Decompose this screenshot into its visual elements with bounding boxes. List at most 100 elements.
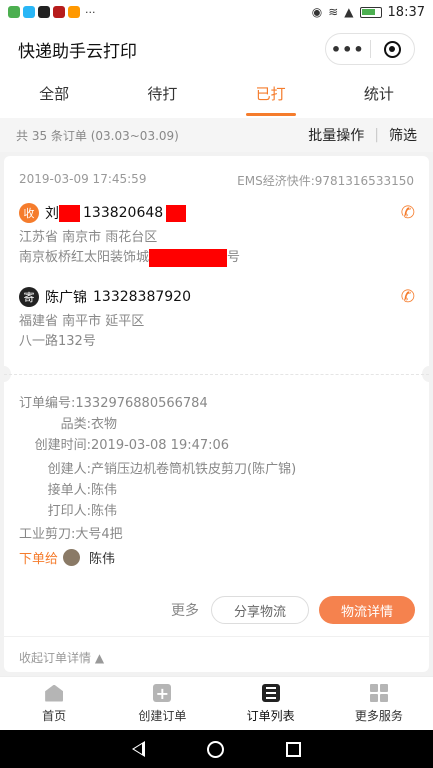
system-nav-bar (0, 730, 433, 768)
recipient-name: 刘 (45, 206, 59, 222)
tracking-number: EMS经济快件:9781316533150 (237, 174, 414, 188)
more-services-icon (369, 683, 389, 703)
card-divider (4, 374, 429, 375)
sender-block: 寄 陈广锦 13328387920 ✆ 福建省 南平市 延平区 八一路132号 (19, 286, 415, 352)
home-icon (44, 683, 64, 703)
detail-row: 打印人: 陈伟 (19, 502, 415, 522)
detail-row: 订单编号: 1332976880566784 (19, 394, 415, 414)
detail-row: 创建时间: 2019-03-08 19:47:06 (19, 436, 415, 456)
order-datetime: 2019-03-09 17:45:59 (19, 172, 147, 186)
close-miniprogram-button[interactable] (371, 40, 415, 58)
redaction-block (59, 204, 80, 222)
nav-label: 订单列表 (246, 709, 295, 723)
signal-icon: ▲ (344, 5, 354, 19)
filter-button[interactable]: 筛选 (389, 125, 417, 145)
tab-statistics[interactable]: 统计 (325, 74, 433, 118)
recipient-phone: 133820648 (83, 205, 164, 221)
recipient-badge: 收 (19, 203, 39, 223)
recipient-street: 南京板桥红太阳装饰城 (19, 250, 150, 265)
sender-name: 陈广锦 (45, 290, 87, 306)
detail-label: 打印人: (47, 504, 91, 519)
detail-label: 创建人: (47, 462, 91, 477)
miniprogram-capsule: ••• (325, 33, 415, 65)
sender-address: 福建省 南平市 延平区 八一路132号 (19, 312, 415, 352)
nav-home[interactable]: 首页 (0, 677, 108, 730)
call-sender-icon[interactable]: ✆ (401, 287, 415, 307)
receiver-value: 陈伟 (91, 483, 118, 498)
detail-label: 创建时间: (34, 438, 91, 453)
call-recipient-icon[interactable]: ✆ (401, 203, 415, 223)
target-icon (383, 40, 401, 58)
detail-row: 品类: 衣物 (19, 415, 415, 435)
more-button[interactable]: 更多 (171, 600, 199, 620)
clock: 18:37 (387, 4, 425, 20)
detail-row: 接单人: 陈伟 (19, 481, 415, 501)
logistics-details-button[interactable]: 物流详情 (319, 596, 415, 624)
nav-label: 创建订单 (138, 709, 187, 723)
tab-printed[interactable]: 已打 (217, 74, 325, 118)
collapse-order-details[interactable]: 收起订单详情 ▲ (4, 636, 429, 678)
created-time: 2019-03-08 19:47:06 (91, 438, 230, 453)
detail-label: 接单人: (47, 483, 91, 498)
back-icon[interactable] (132, 741, 145, 757)
title-bar: 快递助手云打印 ••• (0, 24, 433, 74)
app-title: 快递助手云打印 (18, 41, 137, 62)
item-note: 工业剪刀:大号4把 (19, 527, 123, 542)
order-tabs: 全部 待打 已打 统计 (0, 74, 433, 118)
item-note-row: 工业剪刀:大号4把 (19, 525, 415, 545)
nav-create-order[interactable]: + 创建订单 (108, 677, 216, 730)
creator-value: 产销压边机卷筒机铁皮剪刀(陈广锦) (91, 462, 297, 477)
tab-pending-print[interactable]: 待打 (108, 74, 216, 118)
filter-bar: 共 35 条订单 (03.03~03.09) 批量操作 | 筛选 (0, 118, 433, 152)
home-circle-icon[interactable] (207, 740, 224, 758)
assigned-to: 下单给 陈伟 (19, 548, 115, 567)
detail-row: 创建人: 产销压边机卷筒机铁皮剪刀(陈广锦) (19, 460, 415, 480)
bottom-nav: 首页 + 创建订单 订单列表 更多服务 (0, 676, 433, 730)
batch-operation-button[interactable]: 批量操作 (308, 125, 364, 145)
order-number: 1332976880566784 (75, 396, 208, 411)
detail-label: 订单编号: (19, 396, 76, 411)
recipient-street-suffix: 号 (227, 250, 241, 265)
sender-badge: 寄 (19, 287, 39, 307)
order-card: 2019-03-09 17:45:59 EMS经济快件:978131653315… (0, 156, 433, 672)
order-list-icon (261, 683, 281, 703)
nav-label: 首页 (42, 709, 67, 723)
app-notification-icon (68, 6, 80, 18)
nav-more-services[interactable]: 更多服务 (325, 677, 433, 730)
detail-label: 品类: (60, 417, 91, 432)
app-notification-icon (53, 6, 65, 18)
assign-label: 下单给 (19, 552, 59, 567)
wifi-icon: ≋ (328, 5, 339, 19)
sender-street: 八一路132号 (19, 334, 96, 349)
notification-icons: ··· (8, 6, 96, 19)
share-logistics-button[interactable]: 分享物流 (211, 596, 309, 624)
redaction-block (149, 248, 228, 267)
avatar (63, 549, 81, 566)
order-count: 共 35 条订单 (03.03~03.09) (16, 128, 179, 143)
nav-order-list[interactable]: 订单列表 (217, 677, 325, 730)
recipient-address: 江苏省 南京市 雨花台区 南京板桥红太阳装饰城 号 (19, 228, 415, 268)
app-notification-icon (8, 6, 20, 18)
nav-label: 更多服务 (354, 709, 403, 723)
category-value: 衣物 (91, 417, 118, 432)
app-notification-icon (23, 6, 35, 18)
redaction-block (166, 204, 187, 222)
recipient-block: 收 刘 133820648 ✆ 江苏省 南京市 雨花台区 南京板桥红太阳装饰城 号 (19, 202, 415, 268)
filter-divider: | (374, 127, 379, 143)
order-details: 订单编号: 1332976880566784 品类: 衣物 创建时间: 2019-03… (19, 394, 415, 546)
sender-phone: 13328387920 (93, 289, 191, 305)
more-notifications-indicator: ··· (85, 5, 96, 19)
recent-apps-icon[interactable] (286, 741, 301, 757)
assignee-name: 陈伟 (89, 552, 116, 567)
add-order-icon: + (152, 683, 172, 703)
sender-region: 福建省 南平市 延平区 (19, 314, 145, 329)
recipient-region: 江苏省 南京市 雨花台区 (19, 230, 158, 245)
more-menu-icon[interactable]: ••• (326, 40, 370, 59)
order-actions: 更多 分享物流 物流详情 (171, 596, 415, 624)
app-notification-icon (38, 6, 50, 18)
battery-icon (359, 6, 382, 18)
status-bar: ··· ◉ ≋ ▲ 18:37 (0, 0, 433, 24)
tab-all[interactable]: 全部 (0, 74, 108, 118)
printer-value: 陈伟 (91, 504, 118, 519)
eye-icon: ◉ (311, 5, 323, 19)
